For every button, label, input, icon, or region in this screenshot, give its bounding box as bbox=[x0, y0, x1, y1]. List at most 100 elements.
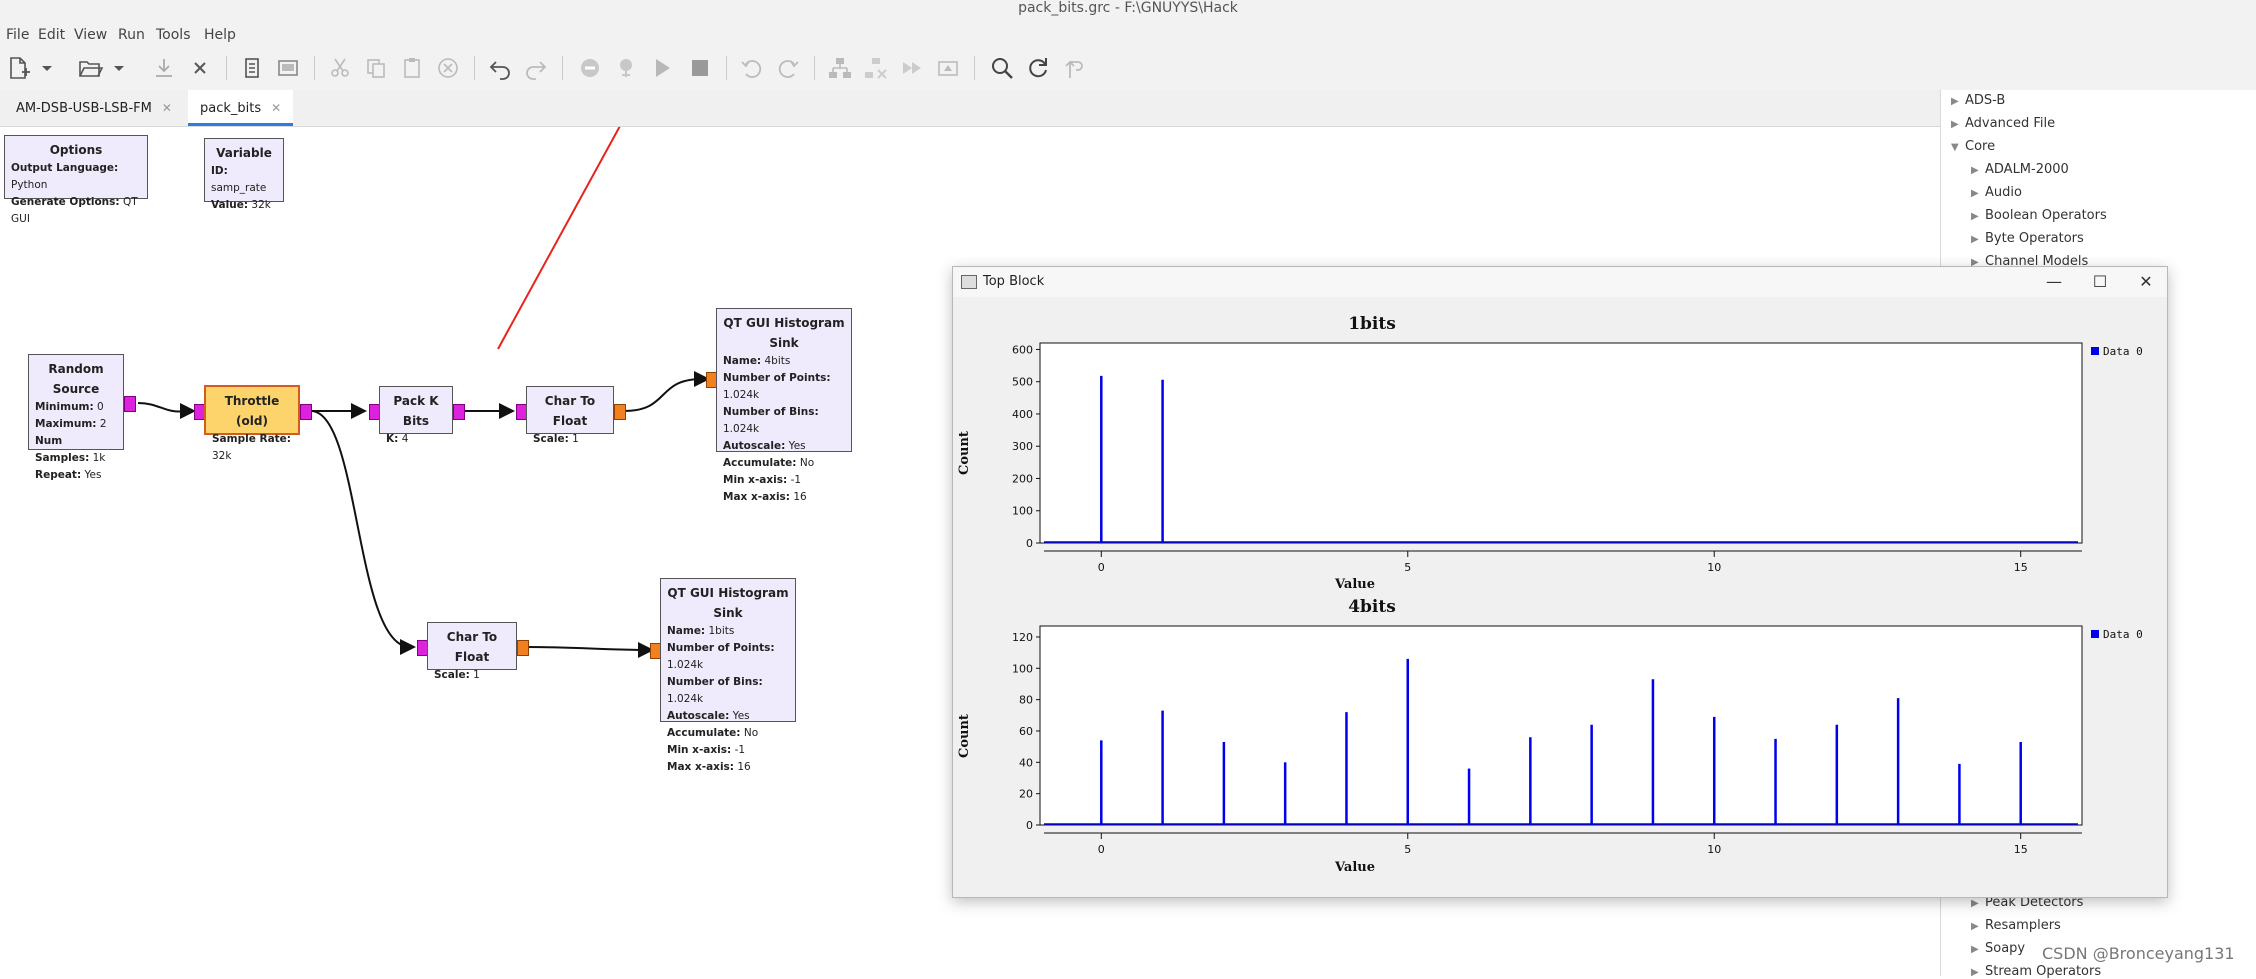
tree-item-advanced-file[interactable]: ▶ Advanced File bbox=[1951, 116, 2055, 131]
tree-item-resamplers[interactable]: ▶ Resamplers bbox=[1971, 918, 2061, 933]
output-port[interactable] bbox=[453, 404, 465, 420]
block-options[interactable]: Options Output Language: Python Generate… bbox=[4, 135, 148, 225]
legend-entry[interactable]: Data 0 bbox=[2091, 345, 2143, 358]
menu-help[interactable]: Help bbox=[204, 27, 236, 43]
block-param: Name: 4bits bbox=[723, 355, 791, 367]
new-dropdown-icon[interactable] bbox=[40, 54, 54, 82]
run-icon[interactable] bbox=[648, 54, 676, 82]
find-icon[interactable] bbox=[988, 54, 1016, 82]
block-title: QT GUI Histogram Sink bbox=[667, 586, 789, 620]
expand-arrow-icon[interactable]: ▶ bbox=[1951, 119, 1965, 130]
x-tick-label: 0 bbox=[1098, 843, 1105, 856]
tree-item-adalm-2000[interactable]: ▶ ADALM-2000 bbox=[1971, 162, 2069, 177]
window-titlebar: pack_bits.grc - F:\GNUYYS\Hack bbox=[0, 0, 2256, 22]
show-errors-icon[interactable] bbox=[934, 54, 962, 82]
expand-arrow-icon[interactable]: ▶ bbox=[1971, 211, 1985, 222]
rotate-ccw-icon[interactable] bbox=[738, 54, 766, 82]
bypass-icon[interactable] bbox=[612, 54, 640, 82]
expand-arrow-icon[interactable]: ▶ bbox=[1951, 96, 1965, 107]
expand-arrow-icon[interactable]: ▶ bbox=[1971, 921, 1985, 932]
legend-swatch bbox=[2091, 347, 2099, 355]
block-param: Max x-axis: 16 bbox=[667, 761, 751, 773]
save-icon[interactable] bbox=[150, 54, 178, 82]
expand-arrow-icon[interactable]: ▶ bbox=[1971, 967, 1985, 978]
top-block-window[interactable]: Top Block — ☐ ✕ 1bits 0 100 200 300 400 500 60… bbox=[952, 266, 2168, 898]
block-pack-k-bits[interactable]: Pack K Bits K: 4 bbox=[379, 386, 453, 445]
collapse-arrow-icon[interactable]: ▼ bbox=[1951, 142, 1965, 153]
menu-file[interactable]: File bbox=[6, 27, 29, 43]
tree-item-byte-operators[interactable]: ▶ Byte Operators bbox=[1971, 231, 2084, 246]
output-port[interactable] bbox=[614, 404, 626, 420]
block-char-to-float-2[interactable]: Char To Float Scale: 1 bbox=[427, 622, 517, 681]
tree-item-audio[interactable]: ▶ Audio bbox=[1971, 185, 2022, 200]
disable-icon[interactable] bbox=[576, 54, 604, 82]
print-icon[interactable] bbox=[238, 54, 266, 82]
output-port[interactable] bbox=[300, 404, 312, 420]
legend-entry[interactable]: Data 0 bbox=[2091, 628, 2143, 641]
undo-icon[interactable] bbox=[486, 54, 514, 82]
block-param: Generate Options: QT GUI bbox=[11, 196, 138, 225]
toolbar-separator bbox=[974, 56, 975, 80]
menu-view[interactable]: View bbox=[74, 27, 107, 43]
toolbar-separator bbox=[814, 56, 815, 80]
toolbar-separator bbox=[226, 56, 227, 80]
cut-icon[interactable] bbox=[326, 54, 354, 82]
plot-area bbox=[1039, 625, 2083, 826]
tree-item-stream-operators[interactable]: ▶ Stream Operators bbox=[1971, 964, 2101, 979]
block-param: ID: samp_rate bbox=[211, 165, 267, 194]
menu-run[interactable]: Run bbox=[118, 27, 145, 43]
block-title: QT GUI Histogram Sink bbox=[723, 316, 845, 350]
nav-icon[interactable] bbox=[1060, 54, 1088, 82]
toolbar-separator bbox=[562, 56, 563, 80]
menu-edit[interactable]: Edit bbox=[38, 27, 65, 43]
screenshot-icon[interactable] bbox=[274, 54, 302, 82]
delete-icon[interactable] bbox=[434, 54, 462, 82]
tab-close-icon[interactable]: ✕ bbox=[271, 101, 281, 115]
expand-arrow-icon[interactable]: ▶ bbox=[1971, 188, 1985, 199]
kill-icon[interactable] bbox=[862, 54, 890, 82]
tab-pack-bits[interactable]: pack_bits ✕ bbox=[188, 90, 294, 126]
output-port[interactable] bbox=[517, 640, 529, 656]
copy-icon[interactable] bbox=[362, 54, 390, 82]
reload-icon[interactable] bbox=[1024, 54, 1052, 82]
expand-arrow-icon[interactable]: ▶ bbox=[1971, 234, 1985, 245]
block-param: Autoscale: Yes bbox=[667, 710, 750, 722]
plot-area bbox=[1039, 342, 2083, 544]
tree-item-soapy[interactable]: ▶ Soapy bbox=[1971, 941, 2025, 956]
tab-close-icon[interactable]: ✕ bbox=[162, 101, 172, 115]
block-param: Value: 32k bbox=[211, 199, 271, 211]
legend-swatch bbox=[2091, 630, 2099, 638]
paste-icon[interactable] bbox=[398, 54, 426, 82]
block-variable[interactable]: Variable ID: samp_rate Value: 32k bbox=[204, 138, 284, 211]
tree-item-boolean-operators[interactable]: ▶ Boolean Operators bbox=[1971, 208, 2107, 223]
tab-bar: AM-DSB-USB-LSB-FM ✕ pack_bits ✕ bbox=[0, 90, 1940, 127]
tree-item-core[interactable]: ▼ Core bbox=[1951, 139, 1995, 154]
rotate-cw-icon[interactable] bbox=[774, 54, 802, 82]
block-throttle[interactable]: Throttle (old) Sample Rate: 32k bbox=[204, 385, 300, 462]
expand-arrow-icon[interactable]: ▶ bbox=[1971, 898, 1985, 909]
toolbar-separator bbox=[726, 56, 727, 80]
expand-arrow-icon[interactable]: ▶ bbox=[1971, 165, 1985, 176]
new-icon[interactable] bbox=[4, 54, 32, 82]
y-tick-label: 0 bbox=[1026, 537, 1033, 550]
output-port[interactable] bbox=[124, 396, 136, 412]
open-dropdown-icon[interactable] bbox=[112, 54, 126, 82]
menu-tools[interactable]: Tools bbox=[156, 27, 191, 43]
y-tick-label: 200 bbox=[1012, 472, 1033, 485]
close-icon[interactable] bbox=[186, 54, 214, 82]
skip-icon[interactable] bbox=[898, 54, 926, 82]
open-icon[interactable] bbox=[76, 54, 104, 82]
block-random-source[interactable]: Random Source Minimum: 0 Maximum: 2 Num … bbox=[28, 354, 124, 481]
x-tick-label: 10 bbox=[1707, 843, 1721, 856]
tree-item-ads-b[interactable]: ▶ ADS-B bbox=[1951, 93, 2005, 108]
redo-icon[interactable] bbox=[522, 54, 550, 82]
block-histogram-sink-1bits[interactable]: QT GUI Histogram Sink Name: 1bits Number… bbox=[660, 578, 796, 773]
tab-am-dsb-usb-lsb-fm[interactable]: AM-DSB-USB-LSB-FM ✕ bbox=[16, 90, 172, 126]
block-char-to-float-1[interactable]: Char To Float Scale: 1 bbox=[526, 386, 614, 445]
stop-icon[interactable] bbox=[686, 54, 714, 82]
expand-arrow-icon[interactable]: ▶ bbox=[1971, 944, 1985, 955]
block-title: Throttle (old) bbox=[224, 394, 280, 428]
histogram-1bits[interactable]: 01002003004005006000 5 10 15020406080100120… bbox=[953, 267, 2167, 897]
block-histogram-sink-4bits[interactable]: QT GUI Histogram Sink Name: 4bits Number… bbox=[716, 308, 852, 503]
generate-icon[interactable] bbox=[826, 54, 854, 82]
